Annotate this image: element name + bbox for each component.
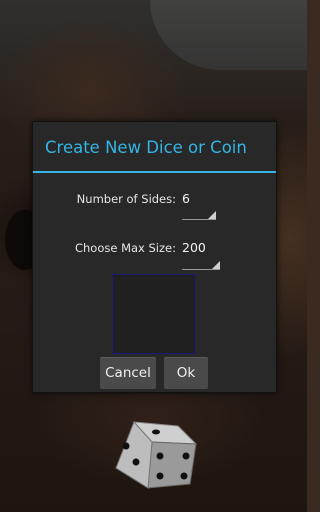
cancel-button[interactable]: Cancel	[100, 357, 156, 389]
preview-box	[112, 274, 196, 354]
sides-spinner[interactable]: 6	[182, 191, 216, 220]
max-size-value: 200	[182, 240, 206, 255]
dice-icon[interactable]	[112, 418, 198, 492]
max-size-label: Choose Max Size:	[74, 241, 176, 255]
spinner-arrow-icon	[208, 211, 216, 219]
sides-value: 6	[182, 191, 190, 206]
ok-button[interactable]: Ok	[164, 357, 208, 389]
create-dice-dialog: Create New Dice or Coin Number of Sides:…	[32, 121, 277, 393]
max-size-spinner[interactable]: 200	[182, 240, 220, 270]
dialog-title: Create New Dice or Coin	[45, 138, 247, 157]
title-divider	[33, 171, 276, 173]
sides-label: Number of Sides:	[76, 192, 176, 206]
spinner-arrow-icon	[212, 261, 220, 269]
